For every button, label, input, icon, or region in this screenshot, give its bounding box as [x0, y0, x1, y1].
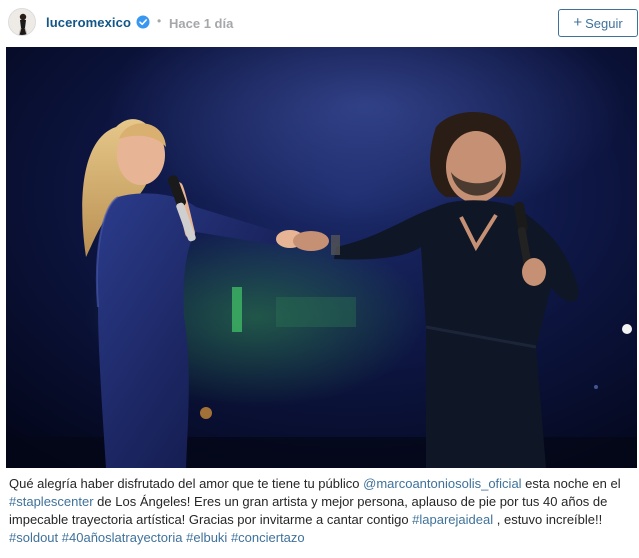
hashtag-link[interactable]: #soldout — [9, 530, 58, 545]
post-photo[interactable] — [6, 47, 637, 468]
verified-badge-icon — [136, 15, 150, 29]
post-timestamp[interactable]: Hace 1 día — [169, 16, 233, 31]
hashtag-link[interactable]: #conciertazo — [231, 530, 305, 545]
post-caption: Qué alegría haber disfrutado del amor qu… — [9, 475, 633, 547]
caption-text: esta noche en el — [521, 476, 621, 491]
avatar[interactable] — [8, 8, 36, 36]
post-header: luceromexico • Hace 1 día + Seguir — [0, 0, 639, 46]
follow-button[interactable]: + Seguir — [558, 9, 638, 37]
username-link[interactable]: luceromexico — [46, 15, 131, 30]
hashtag-link[interactable]: #laparejaideal — [412, 512, 493, 527]
hashtag-link[interactable]: #40añoslatrayectoria — [62, 530, 183, 545]
caption-text: Qué alegría haber disfrutado del amor qu… — [9, 476, 364, 491]
separator-dot: • — [157, 14, 162, 28]
mention-link[interactable]: @marcoantoniosolis_oficial — [363, 476, 521, 491]
hashtag-link[interactable]: #staplescenter — [9, 494, 94, 509]
follow-button-label: Seguir — [585, 15, 623, 31]
caption-text: , estuvo increíble!! — [493, 512, 603, 527]
plus-icon: + — [573, 14, 583, 31]
hashtag-link[interactable]: #elbuki — [186, 530, 227, 545]
